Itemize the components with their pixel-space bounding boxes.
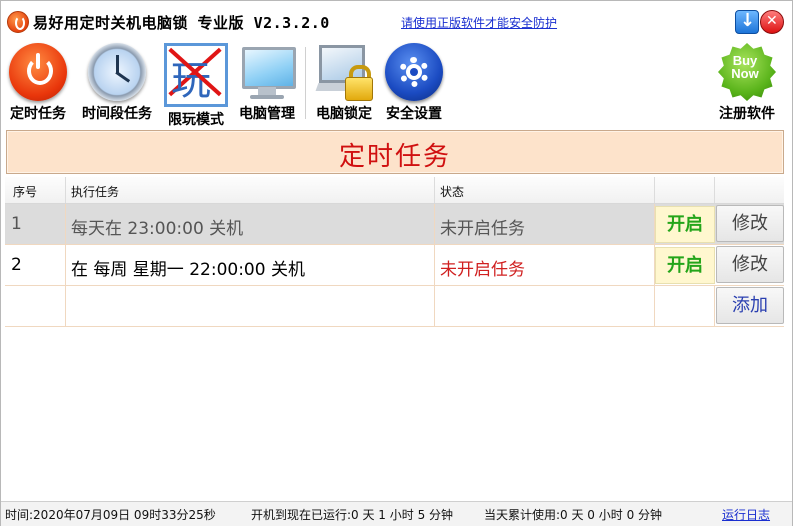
toolbar-security-settings-button[interactable]: 安全设置: [381, 43, 447, 123]
row-number: 2: [11, 255, 22, 275]
close-icon[interactable]: [760, 10, 784, 34]
row-number: 1: [11, 214, 22, 234]
table-header: 序号 执行任务 状态: [5, 177, 784, 204]
gear-icon: [385, 43, 443, 101]
enable-task-button[interactable]: 开启: [655, 247, 715, 284]
table-row[interactable]: 1 每天在 23:00:00 关机 未开启任务 开启 修改: [5, 204, 784, 245]
toolbar-register-button[interactable]: Buy Now 注册软件: [715, 43, 779, 123]
power-icon: [9, 43, 67, 101]
toolbar-computer-manage-button[interactable]: 电脑管理: [235, 43, 299, 123]
genuine-software-link[interactable]: 请使用正版软件才能安全防护: [401, 14, 557, 31]
toolbar-item-label: 限玩模式: [168, 112, 224, 128]
toolbar-time-period-task-button[interactable]: 时间段任务: [77, 43, 157, 123]
column-header-number: 序号: [13, 185, 38, 199]
section-title: 定时任务: [338, 142, 451, 172]
toolbar-item-label: 电脑管理: [239, 106, 295, 122]
row-state: 未开启任务: [440, 219, 525, 239]
table-row-add: 添加: [5, 286, 784, 327]
toolbar-scheduled-task-button[interactable]: 定时任务: [7, 43, 69, 123]
edit-task-button[interactable]: 修改: [716, 246, 784, 283]
table-row[interactable]: 2 在 每周 星期一 22:00:00 关机 未开启任务 开启 修改: [5, 245, 784, 286]
enable-task-button[interactable]: 开启: [655, 206, 715, 243]
main-window: 易好用定时关机电脑锁 专业版 V2.3.2.0 请使用正版软件才能安全防护 定时…: [0, 0, 793, 526]
run-log-link[interactable]: 运行日志: [722, 506, 770, 523]
add-task-button[interactable]: 添加: [716, 287, 784, 324]
toolbar-limit-play-button[interactable]: 玩 限玩模式: [164, 43, 228, 129]
status-uptime: 开机到现在已运行:0 天 1 小时 5 分钟: [251, 508, 454, 522]
toolbar-item-label: 电脑锁定: [316, 106, 372, 122]
status-current-time: 时间:2020年07月09日 09时33分25秒: [5, 508, 216, 522]
column-header-task: 执行任务: [71, 185, 120, 199]
minimize-to-tray-icon[interactable]: [735, 10, 759, 34]
row-state: 未开启任务: [440, 260, 525, 280]
section-banner: 定时任务: [6, 130, 784, 174]
toolbar-item-label: 安全设置: [386, 106, 442, 122]
toolbar-divider: [305, 47, 306, 119]
clock-icon: [88, 43, 146, 101]
computer-lock-icon: [315, 43, 373, 101]
monitor-icon: [238, 43, 296, 101]
window-title: 易好用定时关机电脑锁 专业版 V2.3.2.0: [33, 14, 330, 32]
toolbar-item-label: 定时任务: [10, 106, 66, 122]
status-bar: 时间:2020年07月09日 09时33分25秒 开机到现在已运行:0 天 1 …: [1, 501, 792, 526]
app-power-icon: [7, 11, 29, 33]
status-today-usage: 当天累计使用:0 天 0 小时 0 分钟: [484, 508, 663, 522]
column-header-state: 状态: [440, 185, 465, 199]
row-task: 每天在 23:00:00 关机: [71, 219, 244, 239]
row-task: 在 每周 星期一 22:00:00 关机: [71, 260, 305, 280]
title-bar[interactable]: 易好用定时关机电脑锁 专业版 V2.3.2.0 请使用正版软件才能安全防护: [1, 1, 792, 41]
limit-play-icon: 玩: [164, 43, 228, 107]
task-table: 序号 执行任务 状态 1 每天在 23:00:00 关机 未开启任务 开启 修改…: [5, 177, 784, 327]
edit-task-button[interactable]: 修改: [716, 205, 784, 242]
toolbar-item-label: 注册软件: [719, 106, 775, 122]
toolbar: 定时任务 时间段任务 玩 限玩模式 电脑管理 电脑锁定 安全设置 Buy Now…: [1, 41, 792, 128]
toolbar-computer-lock-button[interactable]: 电脑锁定: [312, 43, 376, 123]
buy-now-badge-icon: Buy Now: [718, 43, 776, 101]
toolbar-item-label: 时间段任务: [82, 106, 152, 122]
